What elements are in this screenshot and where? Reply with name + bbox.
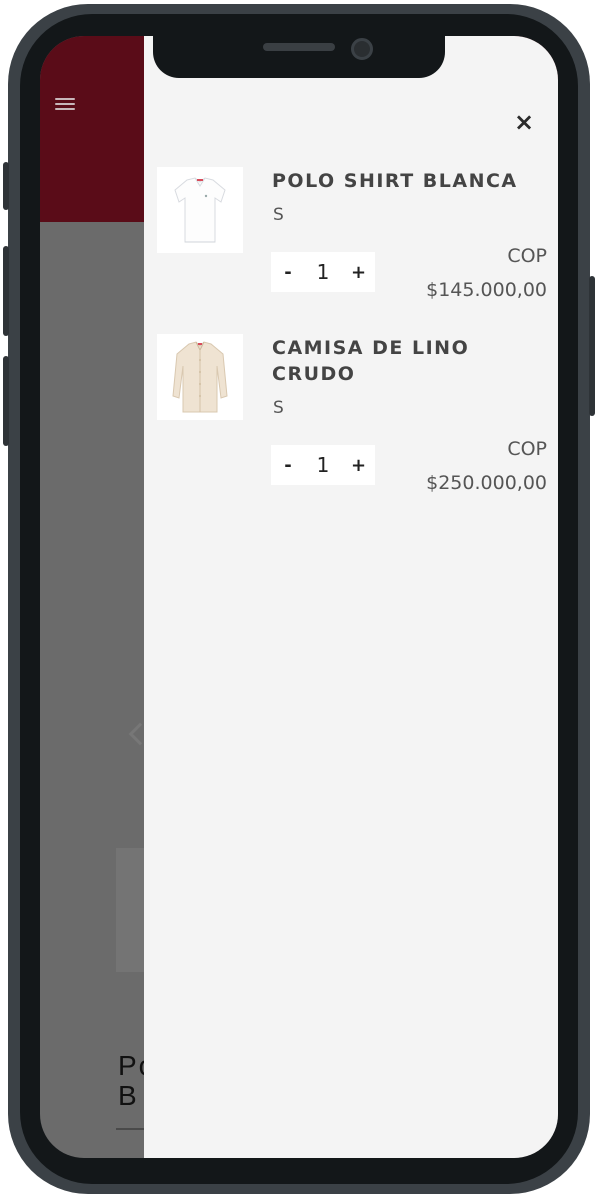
linen-shirt-image bbox=[172, 341, 228, 413]
cart-drawer: × POLO SHIRT BLANCA S - 1 + COP $145.000… bbox=[144, 36, 558, 1158]
phone-notch bbox=[153, 30, 445, 78]
item-thumbnail-polo-shirt[interactable] bbox=[157, 167, 243, 253]
quantity-stepper: - 1 + bbox=[271, 445, 375, 485]
quantity-value[interactable]: 1 bbox=[317, 260, 330, 284]
item-thumbnail-linen-shirt[interactable] bbox=[157, 334, 243, 420]
phone-camera-icon bbox=[351, 38, 373, 60]
polo-shirt-image bbox=[174, 177, 226, 243]
item-price-amount: $250.000,00 bbox=[426, 472, 547, 494]
item-price-amount: $145.000,00 bbox=[426, 279, 547, 301]
quantity-stepper: - 1 + bbox=[271, 252, 375, 292]
item-price-currency: COP bbox=[507, 245, 547, 267]
item-size: S bbox=[273, 398, 284, 418]
increment-quantity-button[interactable]: + bbox=[351, 455, 366, 476]
phone-silent-switch bbox=[3, 162, 9, 210]
phone-speaker bbox=[263, 43, 335, 51]
decrement-quantity-button[interactable]: - bbox=[281, 455, 295, 476]
phone-volume-up bbox=[3, 246, 9, 336]
phone-volume-down bbox=[3, 356, 9, 446]
item-name[interactable]: CAMISA DE LINO CRUDO bbox=[272, 335, 547, 387]
cart-item: POLO SHIRT BLANCA S - 1 + COP $145.000,0… bbox=[157, 167, 547, 307]
phone-screen: Po B × POLO SHIRT BLANCA S - 1 + COP $14… bbox=[40, 36, 558, 1158]
item-price: COP $145.000,00 bbox=[387, 239, 547, 307]
close-cart-button[interactable]: × bbox=[510, 108, 538, 136]
decrement-quantity-button[interactable]: - bbox=[281, 262, 295, 283]
cart-item: CAMISA DE LINO CRUDO S - 1 + COP $250.00… bbox=[157, 334, 547, 504]
item-size: S bbox=[273, 205, 284, 225]
quantity-value[interactable]: 1 bbox=[317, 453, 330, 477]
increment-quantity-button[interactable]: + bbox=[351, 262, 366, 283]
item-name[interactable]: POLO SHIRT BLANCA bbox=[272, 168, 547, 194]
item-price: COP $250.000,00 bbox=[387, 432, 547, 500]
phone-power-button bbox=[589, 276, 595, 416]
item-price-currency: COP bbox=[507, 438, 547, 460]
hamburger-menu-icon[interactable] bbox=[55, 98, 75, 110]
